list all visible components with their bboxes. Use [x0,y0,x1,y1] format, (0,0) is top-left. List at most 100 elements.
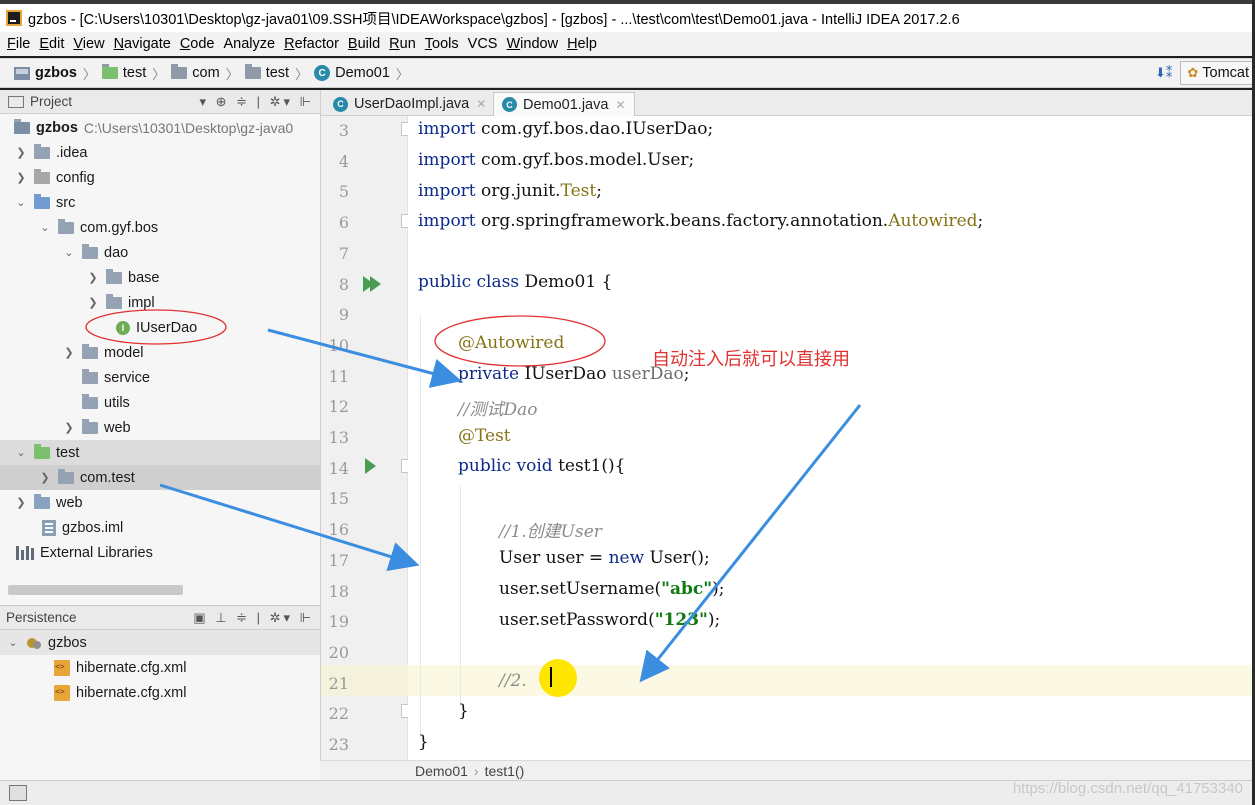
package-icon [82,368,98,384]
tree-item-com-test[interactable]: ❯ com.test [0,465,320,490]
nav-crumb-com[interactable]: com 〉 [171,64,244,83]
tab-userdaoimpl[interactable]: C UserDaoImpl.java ✕ [325,92,494,116]
project-panel-title[interactable]: Project [30,94,72,109]
breadcrumb-method[interactable]: test1() [485,763,525,779]
close-icon[interactable]: ✕ [476,97,486,111]
tool-windows-icon[interactable] [9,785,27,801]
tree-item-test[interactable]: ⌄ test [0,440,320,465]
xml-file-icon [54,684,70,701]
build-sort-icon[interactable]: ⬇⁑ [1155,65,1172,81]
indent-guide [460,486,461,706]
title-bar: gzbos - [C:\Users\10301\Desktop\gz-java0… [0,0,1255,32]
menu-view[interactable]: View [73,36,104,52]
tree-item-dao[interactable]: ⌄ dao [0,240,320,265]
code-line-11: private IUserDao userDao; [458,364,690,384]
java-class-icon: C [333,96,348,112]
indent-guide [420,316,421,736]
chevron-down-icon[interactable]: ⌄ [38,221,52,234]
persist-item-hibernate-cfg-2[interactable]: hibernate.cfg.xml [0,680,320,705]
tree-item-model[interactable]: ❯ model [0,340,320,365]
chevron-right-icon[interactable]: ❯ [38,471,52,484]
tree-item-web-package[interactable]: ❯ web [0,415,320,440]
intellij-app-icon [6,10,22,26]
code-line-19: user.setPassword("123"); [499,610,721,630]
chevron-right-icon[interactable]: ❯ [62,346,76,359]
tree-item-iuserdao[interactable]: I IUserDao [0,315,320,340]
chevron-down-icon[interactable]: ⌄ [14,196,28,209]
menu-file[interactable]: File [7,36,30,52]
persist-item-hibernate-cfg-1[interactable]: hibernate.cfg.xml [0,655,320,680]
menu-edit[interactable]: Edit [39,36,64,52]
nav-crumb-gzbos[interactable]: gzbos 〉 [14,64,102,83]
tree-item-gzbos-iml[interactable]: gzbos.iml [0,515,320,540]
line-number: 18 [328,581,349,601]
run-test-icon[interactable] [365,458,376,474]
tree-item-com-gyf-bos[interactable]: ⌄ com.gyf.bos [0,215,320,240]
tree-item-service[interactable]: service [0,365,320,390]
package-folder-icon [171,64,188,79]
tree-item-base[interactable]: ❯ base [0,265,320,290]
tree-item-idea[interactable]: ❯ .idea [0,140,320,165]
nav-crumb-demo01[interactable]: C Demo01 〉 [314,64,415,83]
nav-crumb-test[interactable]: test 〉 [101,64,171,83]
tree-item-impl[interactable]: ❯ impl [0,290,320,315]
menu-navigate[interactable]: Navigate [114,36,171,52]
persistence-panel-title[interactable]: Persistence [6,610,77,625]
menu-run[interactable]: Run [389,36,416,52]
menu-tools[interactable]: Tools [425,36,459,52]
chevron-down-icon[interactable]: ⌄ [62,246,76,259]
menu-window[interactable]: Window [506,36,558,52]
menu-refactor[interactable]: Refactor [284,36,339,52]
package-folder-icon [244,64,261,79]
line-number: 7 [338,243,349,263]
menu-vcs[interactable]: VCS [468,36,498,52]
breadcrumb-class[interactable]: Demo01 [415,763,468,779]
chevron-right-icon[interactable]: ❯ [62,421,76,434]
run-config-selector[interactable]: ✿ Tomcat [1180,61,1255,85]
menu-analyze[interactable]: Analyze [224,36,276,52]
chevron-right-icon[interactable]: ❯ [14,171,28,184]
menu-bar: File Edit View Navigate Code Analyze Refactor B… [0,32,1255,56]
java-class-icon: C [314,65,331,81]
tree-item-config[interactable]: ❯ config [0,165,320,190]
code-line-14: public void test1(){ [458,456,626,476]
tab-demo01[interactable]: C Demo01.java ✕ [493,92,635,116]
tree-item-label: .idea [56,144,88,161]
java-class-icon: C [502,97,517,112]
tree-item-external-libraries[interactable]: External Libraries [0,540,320,565]
chevron-right-icon[interactable]: ❯ [86,296,100,309]
nav-crumb-test-package[interactable]: test 〉 [244,64,314,83]
editor-gutter[interactable]: 3 4 5 6 7 8 9 10 11 12 13 14 15 16 17 18 19 20 21 22 23 [320,116,415,760]
line-number: 13 [328,428,349,447]
menu-build[interactable]: Build [348,36,380,52]
nav-crumb-label: com [192,65,220,81]
chevron-right-icon[interactable]: ❯ [86,271,100,284]
code-line-5: import org.junit.Test; [418,181,602,201]
persist-item-gzbos[interactable]: ⌄ gzbos [0,630,320,655]
run-class-icon-2[interactable] [370,276,381,292]
tree-item-utils[interactable]: utils [0,390,320,415]
code-editor[interactable]: import com.gyf.bos.dao.IUserDao; import … [408,116,1255,760]
persistence-tree: ⌄ gzbos hibernate.cfg.xml hibernate.cfg.… [0,630,320,780]
horizontal-scrollbar[interactable] [8,585,183,595]
project-panel-tools[interactable]: ▾ ⊕ ≑ | ✲▾ ⊩ [200,94,315,110]
line-number: 23 [328,735,349,754]
tree-item-gzbos[interactable]: gzbos C:\Users\10301\Desktop\gz-java0 [0,115,320,140]
line-number: 19 [328,612,349,632]
menu-code[interactable]: Code [180,36,215,52]
tree-item-web[interactable]: ❯ web [0,490,320,515]
chevron-right-icon[interactable]: ❯ [14,496,28,509]
line-number: 12 [328,397,349,417]
chevron-right-icon[interactable]: ❯ [14,146,28,159]
chevron-right-icon: 〉 [395,66,409,82]
package-icon [106,268,122,284]
persistence-panel-tools[interactable]: ▣ ⊥ ≑ | ✲▾ ⊩ [193,610,314,626]
menu-help[interactable]: Help [567,36,597,52]
chevron-down-icon[interactable]: ⌄ [14,446,28,459]
close-icon[interactable]: ✕ [615,98,625,112]
chevron-down-icon[interactable]: ⌄ [6,636,20,649]
tree-item-src[interactable]: ⌄ src [0,190,320,215]
package-icon [58,468,74,484]
package-icon [58,218,74,234]
code-line-12: //测试Dao [458,400,538,420]
